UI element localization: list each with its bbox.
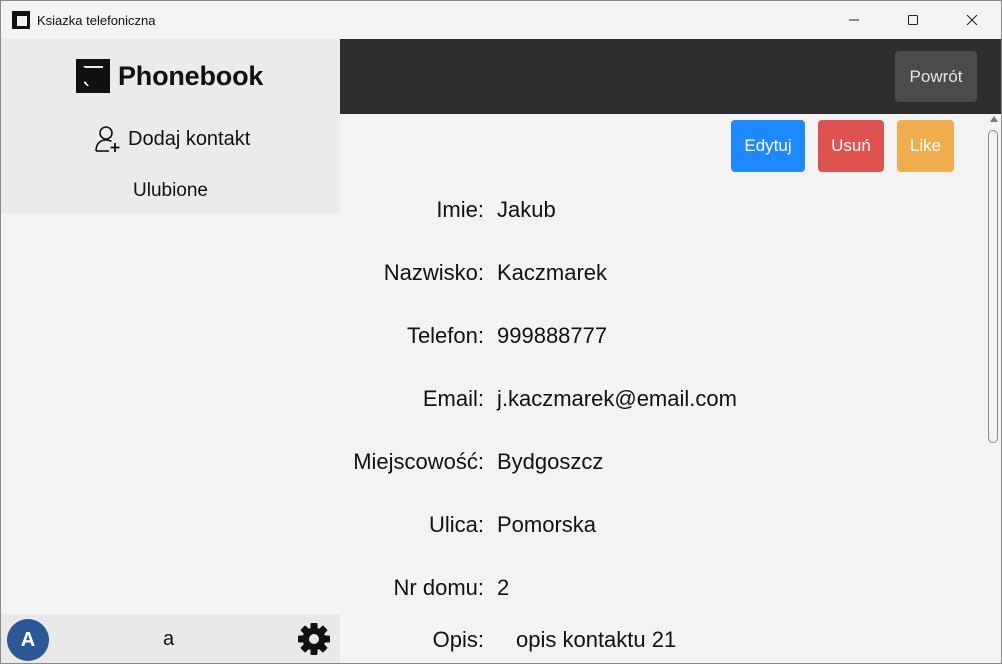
field-value: 2 [497, 575, 510, 600]
field-label: Ulica: [428, 512, 484, 537]
username: a [163, 628, 175, 650]
contact-details: Edytuj Usuń Like Imie: Jakub Nazwisko: K… [340, 114, 1001, 663]
maximize-button[interactable] [883, 1, 942, 39]
field-label: Nr domu: [393, 575, 484, 600]
add-contact-button[interactable]: Dodaj kontakt [94, 125, 250, 153]
field-value: 999888777 [497, 323, 608, 348]
field-label: Email: [422, 386, 484, 411]
phonebook-logo-icon [76, 59, 110, 93]
sidebar-menu: Phonebook Dodaj kontakt Ulubione [1, 39, 340, 214]
edit-button[interactable]: Edytuj [731, 120, 805, 172]
close-button[interactable] [942, 1, 1001, 39]
add-user-icon [95, 126, 120, 152]
sidebar: Phonebook Dodaj kontakt Ulubione A a [1, 39, 340, 663]
window-controls [824, 1, 1001, 39]
field-label: Imie: [436, 197, 484, 222]
field-value: j.kaczmarek@email.com [497, 386, 737, 411]
logo: Phonebook [76, 59, 263, 93]
field-label: Miejscowość: [353, 449, 484, 474]
close-icon [966, 14, 977, 26]
title-bar: Ksiazka telefoniczna [1, 1, 1001, 39]
back-button[interactable]: Powrót [895, 51, 977, 102]
app-icon [12, 11, 30, 29]
field-value: Kaczmarek [497, 260, 608, 285]
field-label: Telefon: [406, 323, 484, 348]
gear-icon[interactable] [297, 622, 331, 656]
field-value: Jakub [497, 197, 556, 222]
field-label: Nazwisko: [383, 260, 484, 285]
field-value: Bydgoszcz [497, 449, 604, 474]
user-bar: A a [1, 614, 340, 663]
avatar[interactable]: A [7, 619, 49, 661]
field-value: opis kontaktu 21 [516, 627, 677, 652]
top-bar: Powrót [340, 39, 1001, 114]
scrollbar-thumb[interactable] [988, 130, 998, 443]
field-value: Pomorska [497, 512, 597, 537]
favorites-nav-item[interactable]: Ulubione [1, 180, 340, 202]
like-button[interactable]: Like [897, 120, 954, 172]
app-window: Ksiazka telefoniczna Phonebook Dodaj kon… [0, 0, 1002, 664]
maximize-icon [907, 15, 918, 25]
delete-button[interactable]: Usuń [818, 120, 884, 172]
field-label: Opis: [432, 627, 484, 652]
window-title: Ksiazka telefoniczna [37, 12, 156, 28]
logo-text: Phonebook [118, 60, 264, 91]
scroll-up-icon[interactable] [990, 116, 998, 122]
add-contact-label: Dodaj kontakt [128, 127, 251, 150]
minimize-button[interactable] [824, 1, 883, 39]
minimize-icon [848, 19, 859, 21]
